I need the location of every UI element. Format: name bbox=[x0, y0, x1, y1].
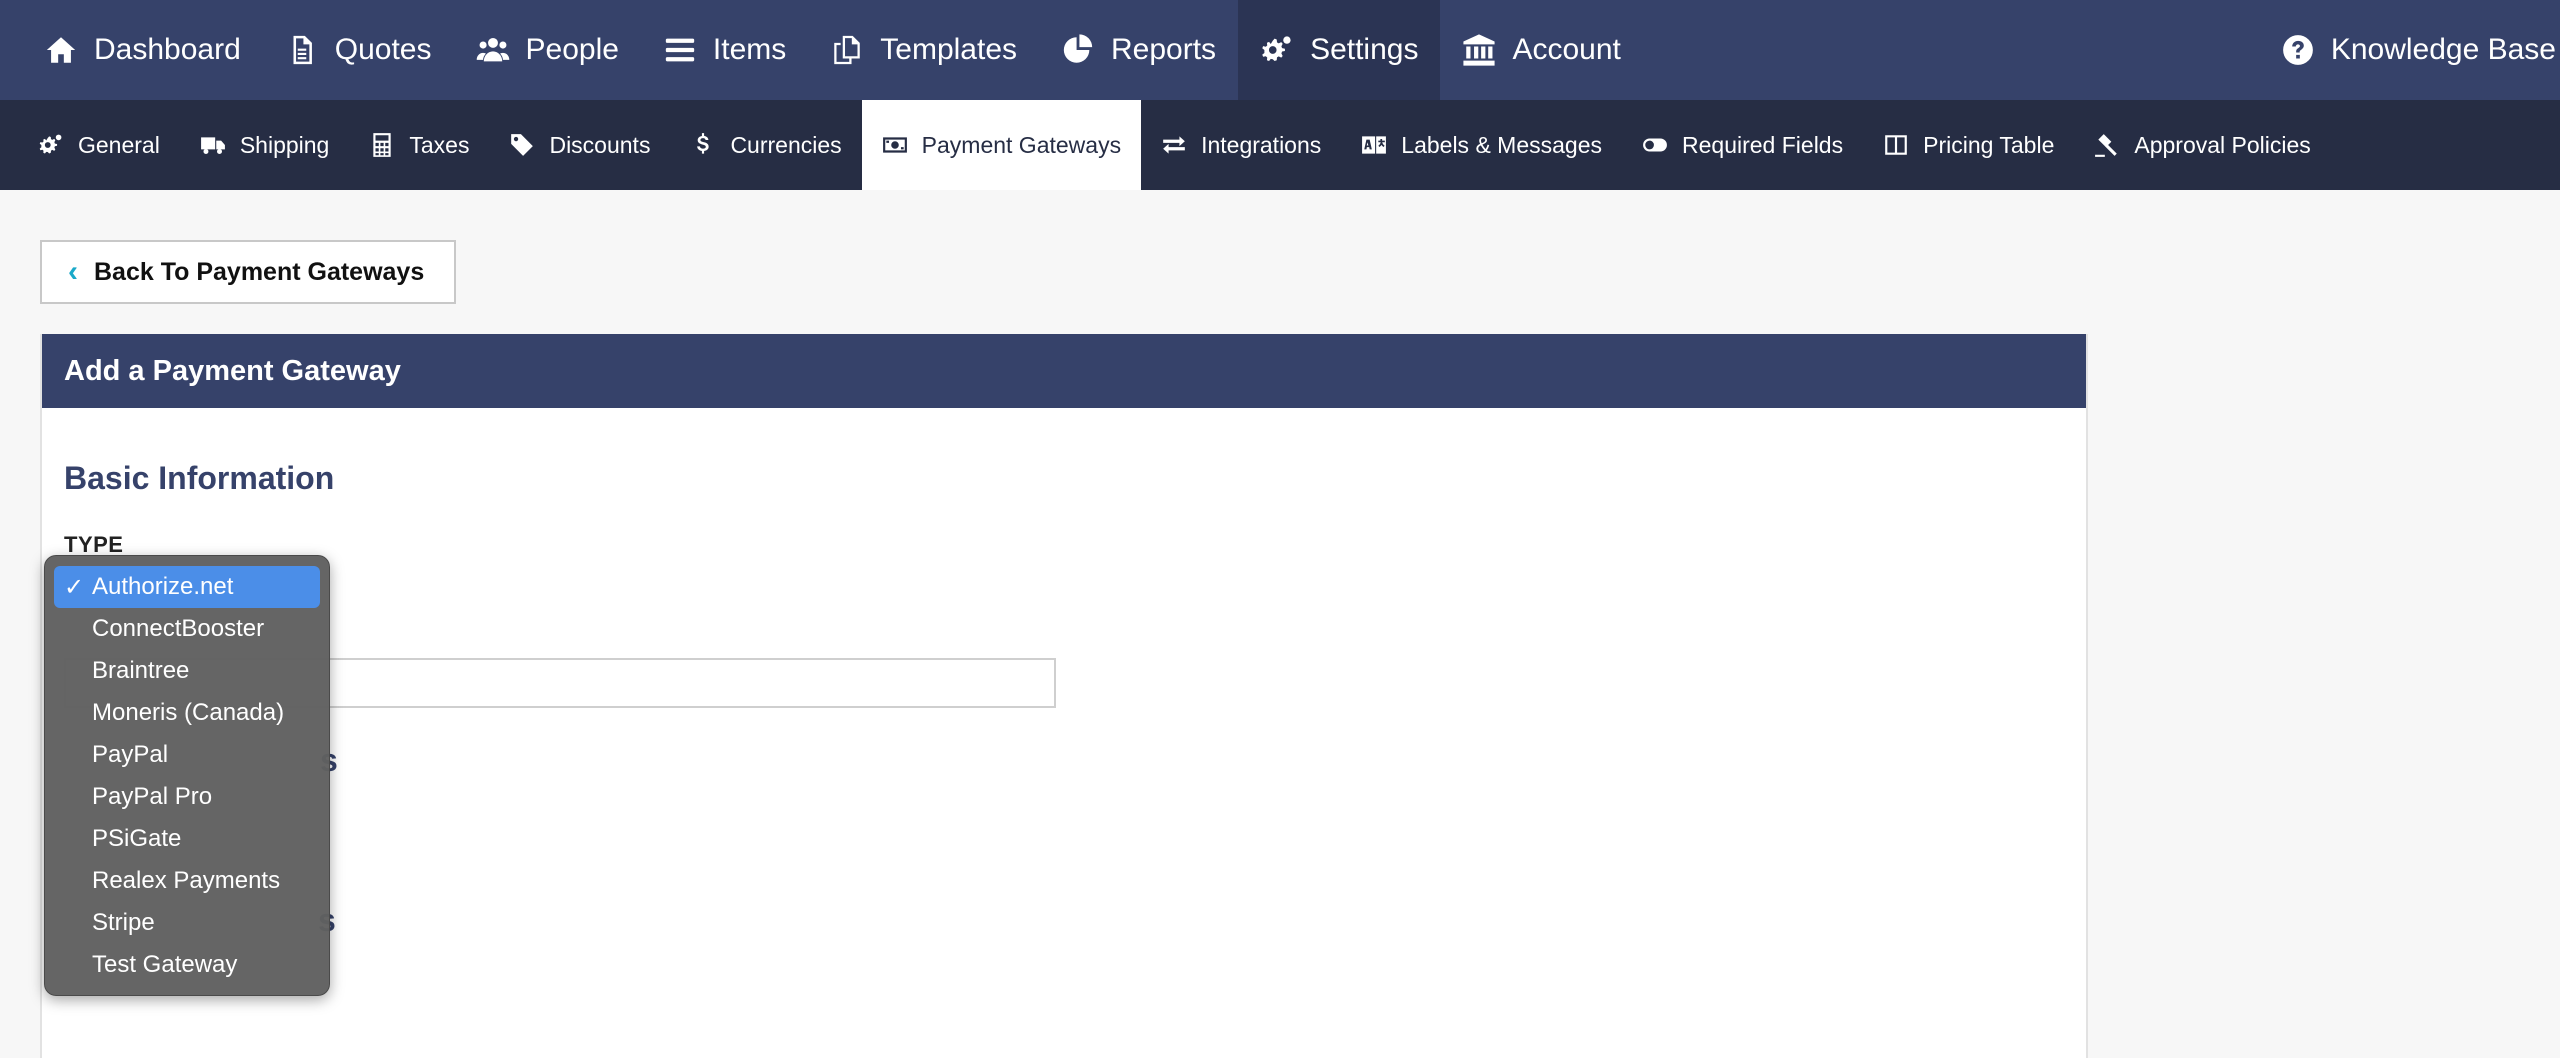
nav-templates[interactable]: Templates bbox=[808, 0, 1039, 100]
truck-icon bbox=[200, 137, 225, 154]
dropdown-option-moneris[interactable]: Moneris (Canada) bbox=[54, 692, 320, 734]
nav-label: Account bbox=[1512, 33, 1621, 66]
gavel-icon bbox=[2095, 134, 2118, 157]
option-label: Stripe bbox=[92, 909, 155, 936]
option-label: PayPal bbox=[92, 741, 169, 768]
nav-account[interactable]: Account bbox=[1440, 0, 1642, 100]
subnav-integrations[interactable]: Integrations bbox=[1141, 100, 1341, 190]
nav-label: People bbox=[525, 33, 619, 66]
subnav-label: Labels & Messages bbox=[1401, 131, 1603, 158]
subnav-label: Currencies bbox=[730, 131, 842, 158]
subnav-shipping[interactable]: Shipping bbox=[180, 100, 350, 190]
subnav-discounts[interactable]: Discounts bbox=[489, 100, 670, 190]
subnav-label: Approval Policies bbox=[2134, 131, 2311, 158]
settings-subnav: General Shipping Taxes Discounts Currenc… bbox=[0, 100, 2560, 190]
subnav-label: Integrations bbox=[1201, 131, 1322, 158]
subnav-label: Shipping bbox=[239, 131, 330, 158]
subnav-label: Discounts bbox=[549, 131, 651, 158]
add-payment-gateway-panel: Add a Payment Gateway Basic Information … bbox=[40, 334, 2088, 1058]
document-icon bbox=[293, 35, 312, 65]
checkmark-icon: ✓ bbox=[64, 574, 85, 601]
dropdown-option-stripe[interactable]: Stripe bbox=[54, 902, 320, 944]
dropdown-option-psigate[interactable]: PSiGate bbox=[54, 818, 320, 860]
copy-icon bbox=[834, 35, 861, 65]
people-icon bbox=[476, 37, 509, 62]
subnav-payment-gateways[interactable]: Payment Gateways bbox=[861, 100, 1142, 190]
option-label: Moneris (Canada) bbox=[92, 699, 285, 726]
subnav-currencies[interactable]: Currencies bbox=[670, 100, 861, 190]
home-icon bbox=[46, 37, 76, 63]
chevron-left-icon: ‹ bbox=[68, 255, 78, 288]
nav-label: Settings bbox=[1310, 33, 1419, 66]
panel-header: Add a Payment Gateway bbox=[42, 334, 2086, 408]
pie-chart-icon bbox=[1063, 34, 1093, 63]
top-navigation: Dashboard Quotes People Items Templates … bbox=[0, 0, 2560, 100]
nav-quotes[interactable]: Quotes bbox=[263, 0, 454, 100]
language-icon bbox=[1362, 136, 1387, 154]
subnav-labels-messages[interactable]: Labels & Messages bbox=[1341, 100, 1622, 190]
dropdown-option-authorize-net[interactable]: ✓ Authorize.net bbox=[54, 566, 320, 608]
option-label: PayPal Pro bbox=[92, 783, 213, 810]
dropdown-option-paypal-pro[interactable]: PayPal Pro bbox=[54, 776, 320, 818]
columns-icon bbox=[1885, 135, 1907, 155]
tag-icon bbox=[511, 134, 534, 156]
gears-icon bbox=[39, 134, 62, 154]
dollar-icon bbox=[697, 133, 710, 154]
subnav-pricing-table[interactable]: Pricing Table bbox=[1863, 100, 2074, 190]
subnav-approval-policies[interactable]: Approval Policies bbox=[2074, 100, 2330, 190]
option-label: PSiGate bbox=[92, 825, 182, 852]
option-label: Authorize.net bbox=[92, 573, 234, 600]
nav-knowledge-base[interactable]: Knowledge Base bbox=[2259, 0, 2560, 100]
option-label: Realex Payments bbox=[92, 867, 281, 894]
dropdown-option-realex-payments[interactable]: Realex Payments bbox=[54, 860, 320, 902]
exchange-icon bbox=[1163, 136, 1185, 154]
nav-people[interactable]: People bbox=[454, 0, 641, 100]
gears-icon bbox=[1262, 36, 1291, 62]
dropdown-option-braintree[interactable]: Braintree bbox=[54, 650, 320, 692]
option-label: Braintree bbox=[92, 657, 190, 684]
subnav-label: Taxes bbox=[409, 131, 470, 158]
dropdown-option-test-gateway[interactable]: Test Gateway bbox=[54, 944, 320, 986]
subnav-taxes[interactable]: Taxes bbox=[349, 100, 489, 190]
back-to-payment-gateways-button[interactable]: ‹ Back To Payment Gateways bbox=[40, 240, 456, 304]
dropdown-option-connectbooster[interactable]: ConnectBooster bbox=[54, 608, 320, 650]
gateway-type-dropdown[interactable]: ✓ Authorize.net ConnectBooster Braintree… bbox=[44, 555, 330, 996]
subnav-label: Pricing Table bbox=[1923, 131, 2055, 158]
nav-label: Quotes bbox=[334, 33, 432, 66]
subnav-required-fields[interactable]: Required Fields bbox=[1622, 100, 1863, 190]
subnav-label: General bbox=[78, 131, 160, 158]
section-title-basic-information: Basic Information bbox=[64, 460, 335, 496]
back-button-label: Back To Payment Gateways bbox=[94, 257, 425, 286]
calculator-icon bbox=[373, 133, 392, 157]
question-circle-icon bbox=[2282, 35, 2313, 65]
option-label: ConnectBooster bbox=[92, 615, 265, 642]
list-icon bbox=[665, 38, 695, 62]
nav-label: Items bbox=[712, 33, 787, 66]
nav-label: Knowledge Base bbox=[2330, 33, 2556, 66]
nav-reports[interactable]: Reports bbox=[1039, 0, 1238, 100]
dropdown-option-paypal[interactable]: PayPal bbox=[54, 734, 320, 776]
toggle-icon bbox=[1643, 138, 1667, 152]
nav-settings[interactable]: Settings bbox=[1238, 0, 1441, 100]
nav-label: Templates bbox=[880, 33, 1018, 66]
subnav-label: Payment Gateways bbox=[921, 131, 1122, 158]
nav-dashboard[interactable]: Dashboard bbox=[0, 0, 263, 100]
money-icon bbox=[882, 137, 907, 153]
panel-title: Add a Payment Gateway bbox=[64, 354, 401, 387]
subnav-label: Required Fields bbox=[1682, 131, 1844, 158]
nav-label: Dashboard bbox=[94, 33, 241, 66]
bank-icon bbox=[1463, 34, 1496, 66]
nav-label: Reports bbox=[1111, 33, 1217, 66]
option-label: Test Gateway bbox=[92, 951, 238, 978]
subnav-general[interactable]: General bbox=[0, 100, 180, 190]
nav-items[interactable]: Items bbox=[641, 0, 808, 100]
